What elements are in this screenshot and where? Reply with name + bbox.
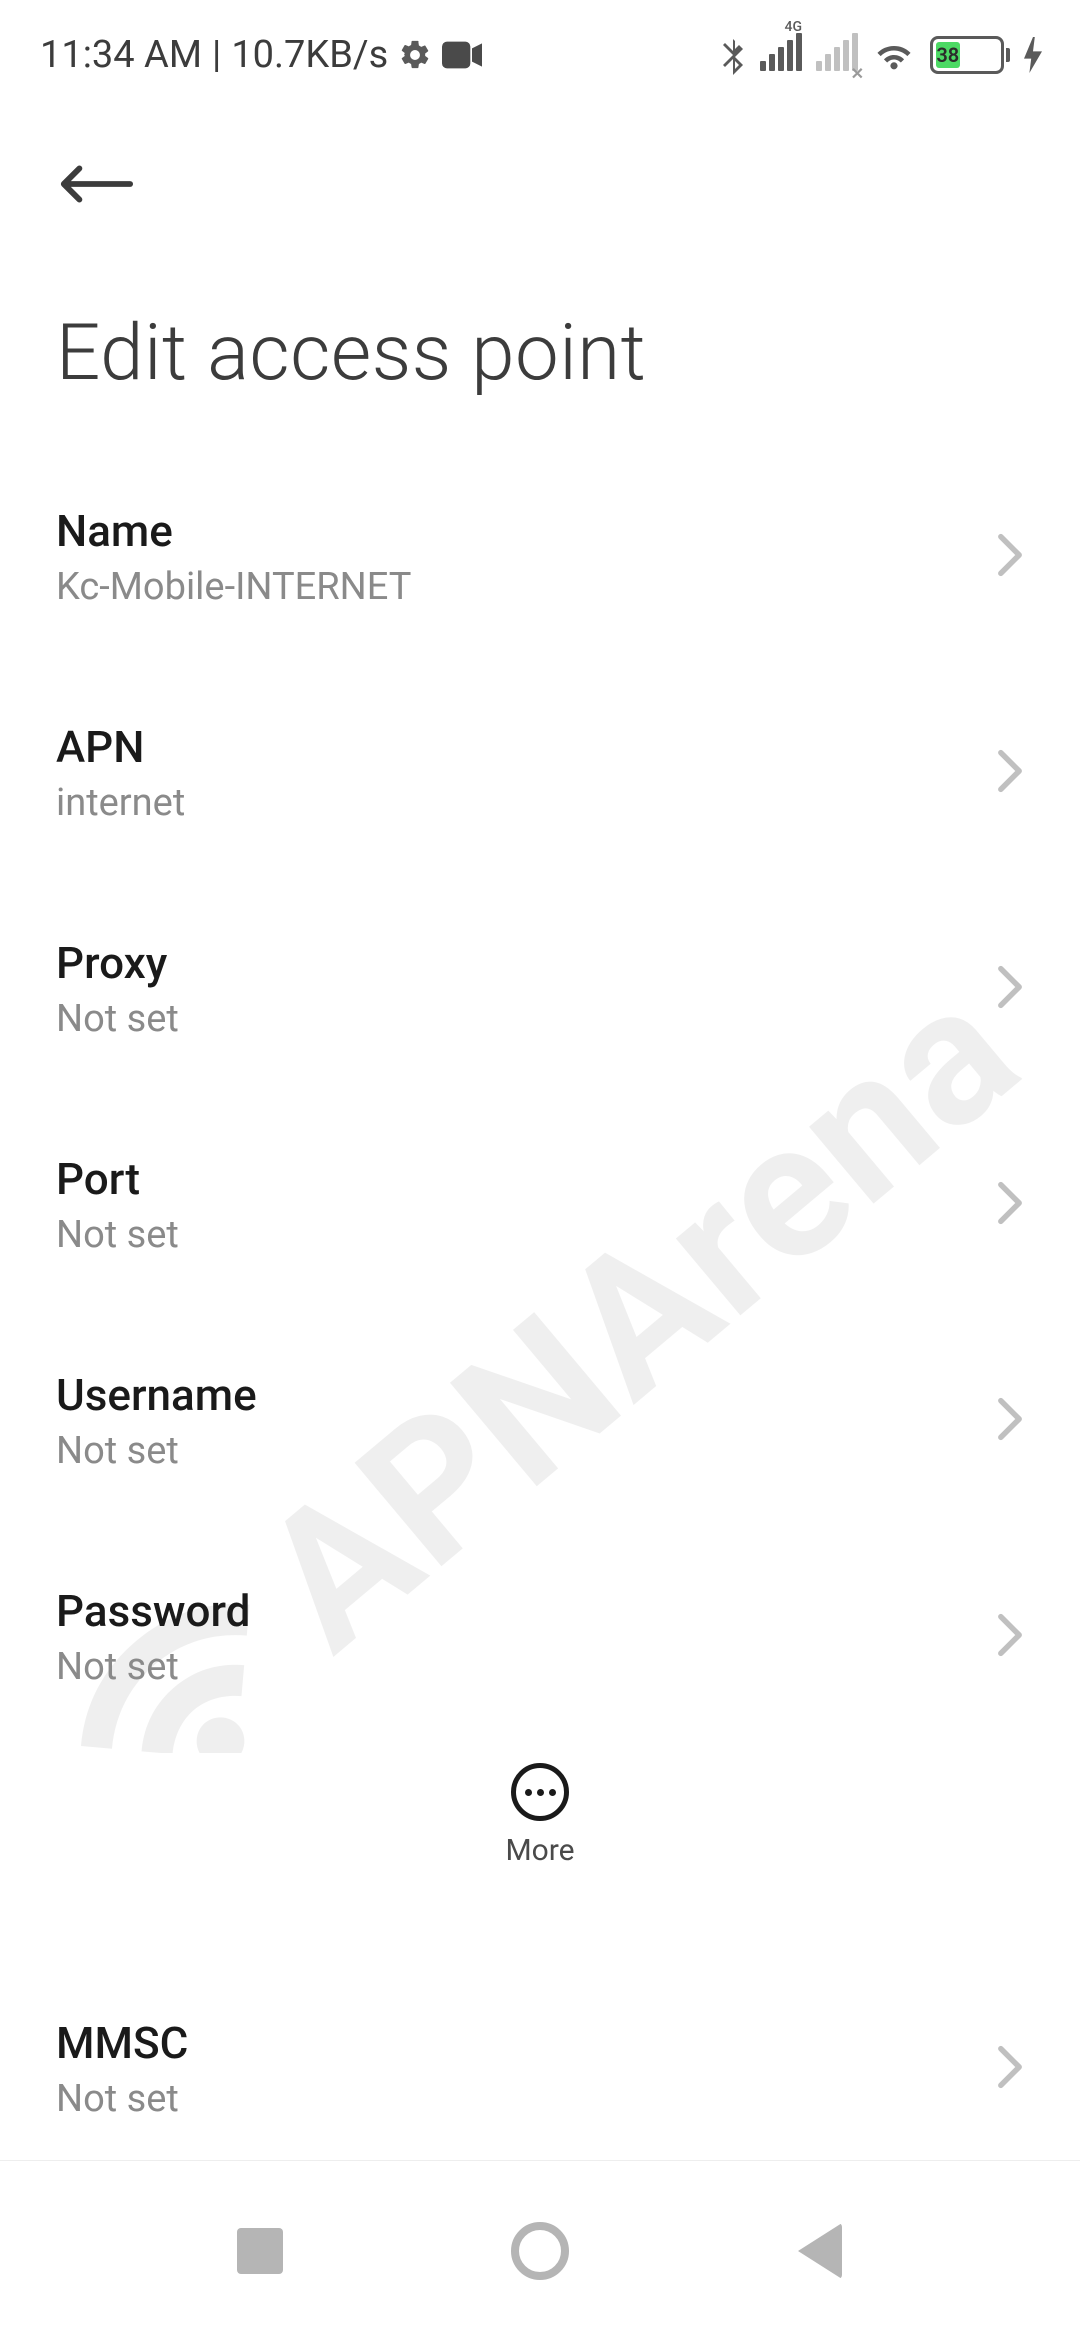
- status-speed: 10.7KB/s: [231, 33, 388, 77]
- settings-item-value: Not set: [56, 1213, 179, 1257]
- signal-sim1-icon: 4G: [760, 35, 802, 75]
- settings-item-value: Kc-Mobile-INTERNET: [56, 565, 411, 609]
- gear-icon: [398, 38, 432, 72]
- battery-level-text: 38: [936, 42, 960, 68]
- navigation-bar: [0, 2160, 1080, 2340]
- settings-item-text: Password Not set: [56, 1585, 250, 1689]
- settings-item-value: Not set: [56, 2077, 188, 2121]
- square-icon: [237, 2228, 283, 2274]
- video-camera-icon: [442, 40, 482, 70]
- wifi-icon: [872, 37, 916, 73]
- more-button[interactable]: More: [0, 1753, 1080, 1898]
- settings-item-text: Name Kc-Mobile-INTERNET: [56, 505, 411, 609]
- chevron-right-icon: [996, 1397, 1024, 1445]
- chevron-right-icon: [996, 749, 1024, 797]
- settings-item-label: Name: [56, 505, 411, 557]
- settings-item-value: Not set: [56, 997, 179, 1041]
- settings-item-name[interactable]: Name Kc-Mobile-INTERNET: [0, 449, 1080, 665]
- signal-sim2-icon: ✕: [816, 35, 858, 75]
- arrow-left-icon: [56, 164, 134, 204]
- back-button[interactable]: [56, 140, 144, 228]
- settings-list: Name Kc-Mobile-INTERNET APN internet Proxy No…: [0, 429, 1080, 2160]
- circle-icon: [511, 2222, 569, 2280]
- content-area: Edit access point APNArena NameKc-Mobile…: [0, 100, 1080, 2160]
- chevron-right-icon: [996, 1181, 1024, 1229]
- settings-item-label: Password: [56, 1585, 250, 1637]
- settings-item-text: Username Not set: [56, 1369, 257, 1473]
- battery-icon: 38: [930, 36, 1010, 74]
- settings-item-label: Proxy: [56, 937, 179, 989]
- more-icon: [511, 1763, 569, 1821]
- settings-item-value: internet: [56, 781, 185, 825]
- settings-item-password[interactable]: Password Not set: [0, 1529, 1080, 1745]
- chevron-right-icon: [996, 533, 1024, 581]
- status-left: 11:34 AM | 10.7KB/s: [40, 33, 482, 77]
- settings-item-label: MMSC: [56, 2017, 188, 2069]
- app-header: [0, 100, 1080, 238]
- settings-item-text: Port Not set: [56, 1153, 179, 1257]
- settings-item-text: APN internet: [56, 721, 185, 825]
- page-title: Edit access point: [0, 238, 1080, 429]
- settings-item-port[interactable]: Port Not set: [0, 1097, 1080, 1313]
- triangle-icon: [798, 2223, 842, 2279]
- nav-home-button[interactable]: [480, 2191, 600, 2311]
- settings-item-text: MMSC Not set: [56, 2017, 188, 2121]
- status-bar: 11:34 AM | 10.7KB/s 4G ✕ 38: [0, 0, 1080, 100]
- status-time: 11:34 AM: [40, 33, 202, 77]
- chevron-right-icon: [996, 1613, 1024, 1661]
- settings-item-apn[interactable]: APN internet: [0, 665, 1080, 881]
- settings-item-username[interactable]: Username Not set: [0, 1313, 1080, 1529]
- settings-item-value: Not set: [56, 1429, 257, 1473]
- charging-icon: [1024, 37, 1042, 73]
- nav-recents-button[interactable]: [200, 2191, 320, 2311]
- settings-item-proxy[interactable]: Proxy Not set: [0, 881, 1080, 1097]
- bluetooth-icon: [720, 35, 746, 75]
- status-separator: |: [212, 33, 221, 77]
- chevron-right-icon: [996, 2045, 1024, 2093]
- settings-item-value: Not set: [56, 1645, 250, 1689]
- chevron-right-icon: [996, 965, 1024, 1013]
- nav-back-button[interactable]: [760, 2191, 880, 2311]
- settings-item-label: Port: [56, 1153, 179, 1205]
- status-right: 4G ✕ 38: [720, 35, 1042, 75]
- more-label: More: [505, 1833, 574, 1868]
- settings-item-mmsc[interactable]: MMSC Not set: [0, 1961, 1080, 2160]
- settings-item-text: Proxy Not set: [56, 937, 179, 1041]
- settings-item-label: Username: [56, 1369, 257, 1421]
- settings-item-label: APN: [56, 721, 185, 773]
